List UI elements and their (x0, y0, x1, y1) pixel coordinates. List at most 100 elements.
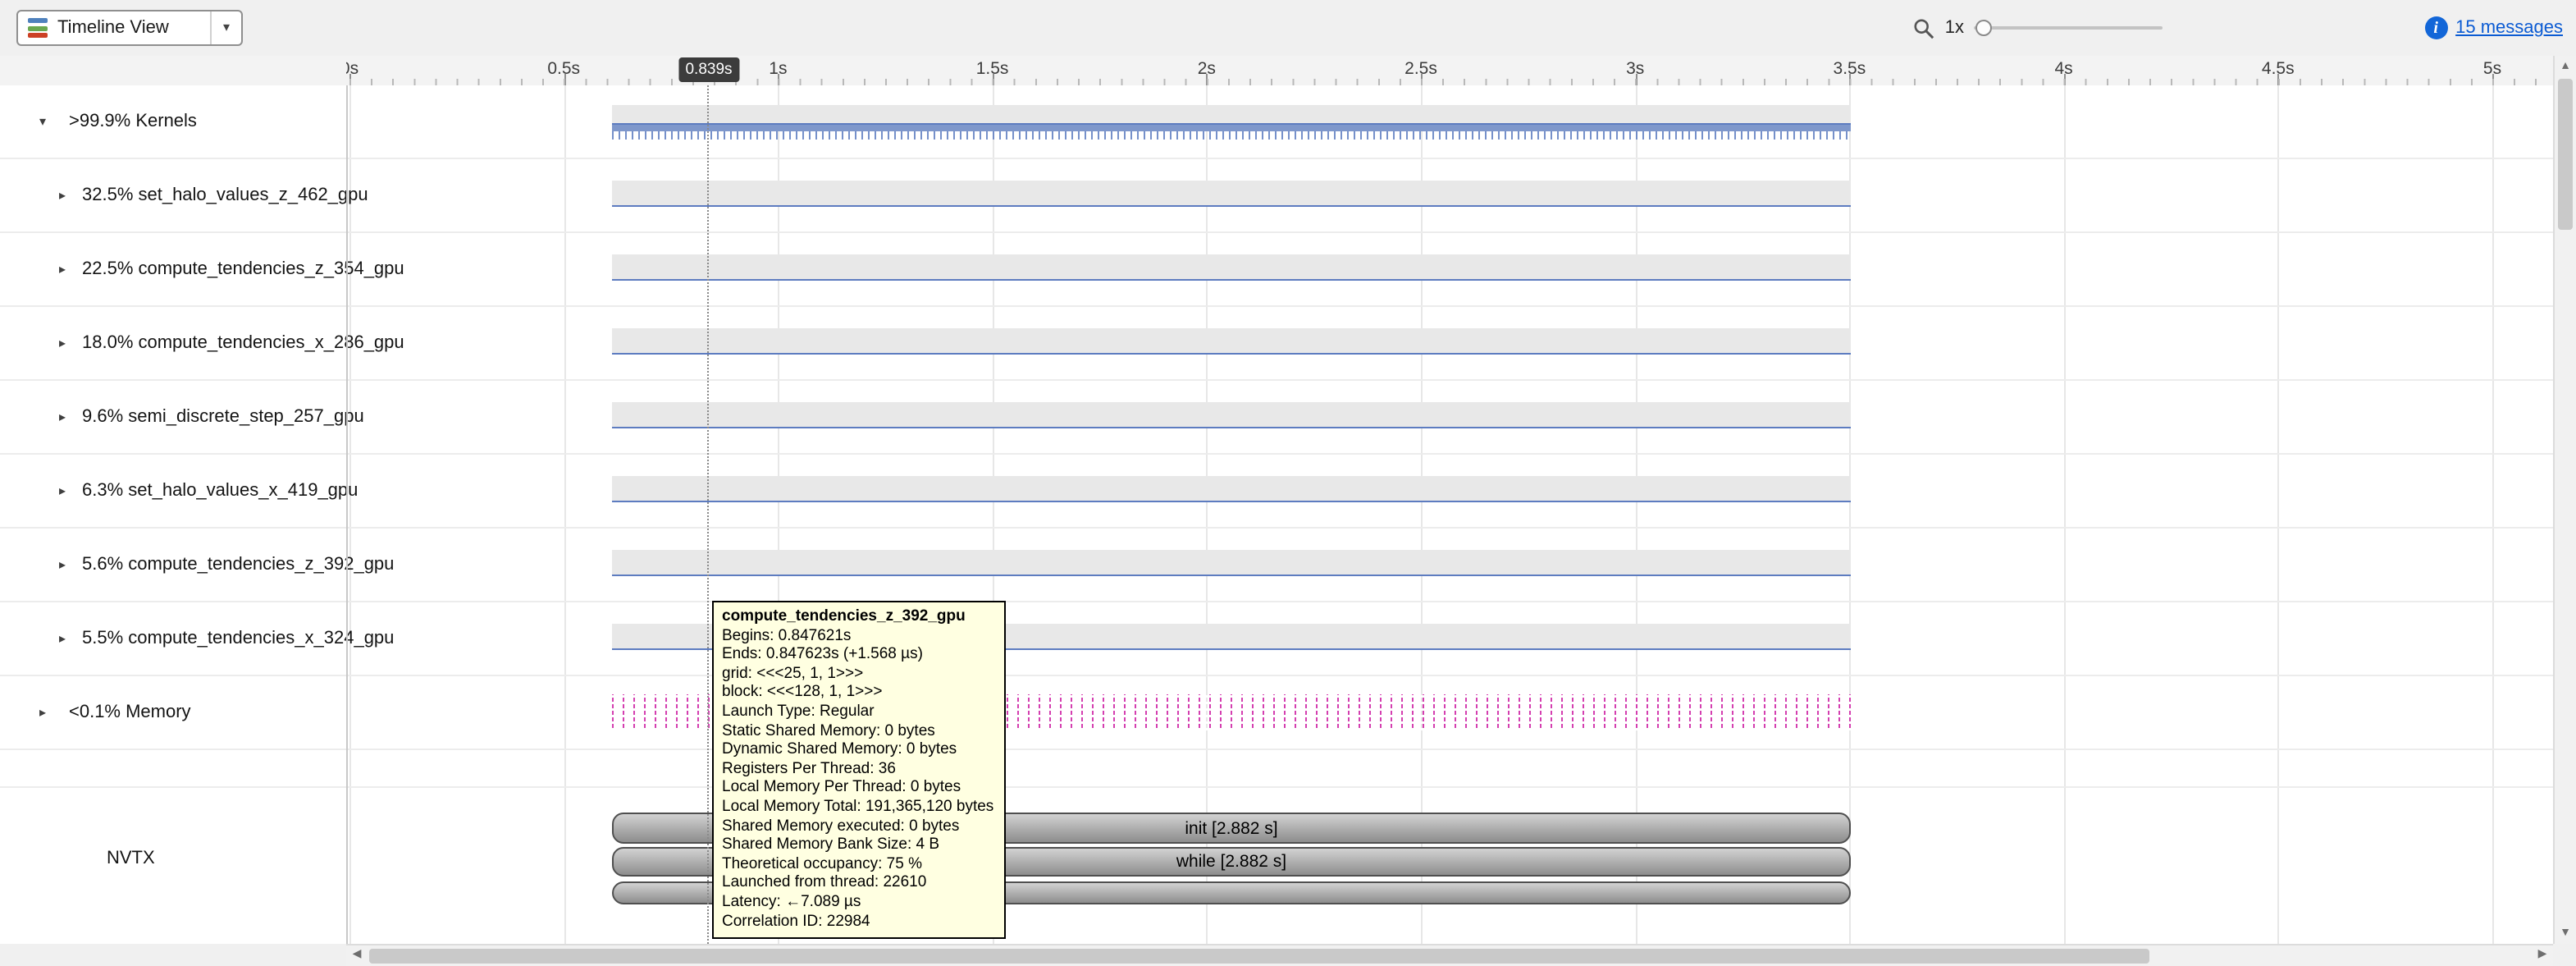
kernel-activity-band[interactable] (612, 254, 1851, 281)
chevron-right-icon[interactable]: ▸ (59, 336, 66, 350)
scroll-up-icon[interactable]: ▲ (2555, 56, 2576, 77)
chevron-right-icon[interactable]: ▸ (59, 262, 66, 277)
toolbar: Timeline View ▾ 1x i 15 messages (0, 0, 2576, 57)
kernel-tooltip: compute_tendencies_z_392_gpu Begins: 0.8… (712, 601, 1005, 939)
kernel-activity-band[interactable] (612, 402, 1851, 428)
timeline-view-label: Timeline View (57, 18, 210, 38)
kernel-summary-band[interactable] (612, 105, 1851, 131)
horizontal-scrollbar[interactable]: ◀ ▶ (346, 944, 2553, 966)
info-icon[interactable]: i (2424, 16, 2447, 39)
zoom-slider-thumb[interactable] (1975, 20, 1992, 36)
timeline-view-icon (28, 18, 48, 38)
tooltip-line: Local Memory Total: 191,365,120 bytes (722, 798, 993, 817)
chevron-right-icon[interactable]: ▸ (59, 557, 66, 572)
chevron-right-icon[interactable]: ▸ (59, 188, 66, 203)
kernel-activity-line (612, 278, 1851, 281)
row-label-cell[interactable]: ▸32.5% set_halo_values_z_462_gpu (0, 159, 346, 231)
tooltip-line: Latency: ←7.089 µs (722, 893, 993, 912)
zoom-slider[interactable] (1974, 16, 2163, 39)
messages-area: i 15 messages (2424, 0, 2563, 56)
timeline-row: ▸5.6% compute_tendencies_z_392_gpu (0, 529, 2553, 602)
horizontal-scrollbar-thumb[interactable] (369, 949, 2149, 963)
magnifier-icon (1914, 17, 1935, 39)
nvtx-row-label[interactable]: NVTX (107, 849, 155, 868)
panel-divider[interactable] (346, 85, 348, 944)
row-label-cell[interactable]: ▸9.6% semi_discrete_step_257_gpu (0, 381, 346, 453)
tooltip-line: Launch Type: Regular (722, 703, 993, 721)
row-label: 9.6% semi_discrete_step_257_gpu (82, 407, 364, 427)
nvtx-section: NVTXinit [2.882 s]while [2.882 s] (0, 788, 2553, 936)
ruler-tick-mark (2492, 74, 2494, 85)
timeline-row: ▸<0.1% Memory (0, 676, 2553, 750)
tooltip-line: Shared Memory Bank Size: 4 B (722, 836, 993, 854)
scrollbar-corner (2553, 944, 2576, 966)
ruler-scale: 0s0.5s1s1.5s2s2.5s3s3.5s4s4.5s5s (346, 56, 2553, 85)
tooltip-line: Correlation ID: 22984 (722, 912, 993, 931)
chevron-right-icon[interactable]: ▸ (59, 483, 66, 498)
tooltip-line: Ends: 0.847623s (+1.568 µs) (722, 645, 993, 664)
nsight-timeline-window: Timeline View ▾ 1x i 15 messages 0s0.5s1… (0, 0, 2576, 966)
scroll-left-icon[interactable]: ◀ (346, 945, 368, 966)
kernel-activity-band[interactable] (612, 550, 1851, 576)
zoom-slider-track[interactable] (1974, 26, 2163, 30)
time-marker-badge[interactable]: 0.839s (678, 57, 738, 82)
timeline-ruler[interactable]: 0s0.5s1s1.5s2s2.5s3s3.5s4s4.5s5s 0.839s (0, 56, 2553, 87)
scroll-right-icon[interactable]: ▶ (2532, 945, 2553, 966)
ruler-tick-mark (2278, 74, 2280, 85)
row-label-cell[interactable]: ▸18.0% compute_tendencies_x_286_gpu (0, 307, 346, 379)
row-timeline-cell (346, 455, 2553, 527)
tooltip-line: Registers Per Thread: 36 (722, 760, 993, 779)
row-label: >99.9% Kernels (69, 112, 197, 131)
timeline-content: ▾ >99.9% Kernels ▸ 32.5% set_halo_values_z_… (0, 85, 2553, 944)
chevron-right-icon[interactable]: ▸ (59, 631, 66, 646)
tooltip-lines: Begins: 0.847621sEnds: 0.847623s (+1.568… (722, 626, 993, 931)
row-label-cell[interactable]: ▸<0.1% Memory (0, 676, 346, 749)
row-label-cell[interactable]: ▾ >99.9% Kernels (0, 85, 346, 158)
row-label-cell[interactable]: ▸5.5% compute_tendencies_x_324_gpu (0, 602, 346, 675)
ruler-tick-mark (1635, 74, 1637, 85)
tooltip-line: Begins: 0.847621s (722, 626, 993, 645)
timeline-row: ▸ 32.5% set_halo_values_z_462_gpu (0, 159, 2553, 233)
ruler-tick-mark (778, 74, 779, 85)
ruler-tick-mark (564, 74, 565, 85)
kernel-summary-bar[interactable] (612, 123, 1851, 131)
timeline-view-dropdown[interactable]: Timeline View ▾ (16, 10, 243, 46)
timeline-row: ▸6.3% set_halo_values_x_419_gpu (0, 455, 2553, 529)
timeline-row: ▸18.0% compute_tendencies_x_286_gpu (0, 307, 2553, 381)
scale-wrapper: Timeline View ▾ 1x i 15 messages 0s0.5s1… (0, 0, 2576, 966)
vertical-scrollbar[interactable]: ▲ ▼ (2553, 56, 2576, 944)
kernel-launch-ticks (612, 131, 1851, 140)
chevron-down-icon[interactable]: ▾ (210, 11, 241, 44)
row-label-cell[interactable]: ▸5.6% compute_tendencies_z_392_gpu (0, 529, 346, 601)
timeline-rows: ▾ >99.9% Kernels ▸ 32.5% set_halo_values_z_… (0, 85, 2553, 936)
tooltip-line: Static Shared Memory: 0 bytes (722, 721, 993, 740)
kernel-activity-band[interactable] (612, 181, 1851, 207)
chevron-right-icon[interactable]: ▸ (59, 410, 66, 424)
row-timeline-cell (346, 381, 2553, 453)
ruler-tick-mark (349, 74, 351, 85)
tooltip-line: grid: <<<25, 1, 1>>> (722, 665, 993, 684)
row-timeline-cell (346, 85, 2553, 158)
row-label-cell[interactable]: ▸22.5% compute_tendencies_z_354_gpu (0, 233, 346, 305)
chevron-down-icon[interactable]: ▾ (39, 114, 46, 129)
kernel-activity-band[interactable] (612, 328, 1851, 355)
time-marker-line (707, 85, 709, 944)
zoom-controls: 1x (1914, 0, 2163, 56)
vertical-scrollbar-thumb[interactable] (2558, 79, 2573, 230)
scroll-down-icon[interactable]: ▼ (2555, 923, 2576, 944)
tooltip-line: Theoretical occupancy: 75 % (722, 854, 993, 873)
row-label-cell[interactable]: ▸6.3% set_halo_values_x_419_gpu (0, 455, 346, 527)
messages-link[interactable]: 15 messages (2455, 18, 2563, 38)
chevron-right-icon[interactable]: ▸ (39, 705, 46, 720)
tooltip-line: Launched from thread: 22610 (722, 874, 993, 893)
bottom-left-filler (0, 944, 346, 966)
row-timeline-cell (346, 602, 2553, 675)
kernel-activity-line (612, 426, 1851, 428)
row-label: 32.5% set_halo_values_z_462_gpu (82, 185, 368, 205)
kernel-activity-line (612, 352, 1851, 355)
ruler-tick-mark (1421, 74, 1423, 85)
tooltip-line: block: <<<128, 1, 1>>> (722, 684, 993, 703)
row-timeline-cell (346, 307, 2553, 379)
ruler-tick-mark (2064, 74, 2066, 85)
kernel-activity-band[interactable] (612, 476, 1851, 502)
